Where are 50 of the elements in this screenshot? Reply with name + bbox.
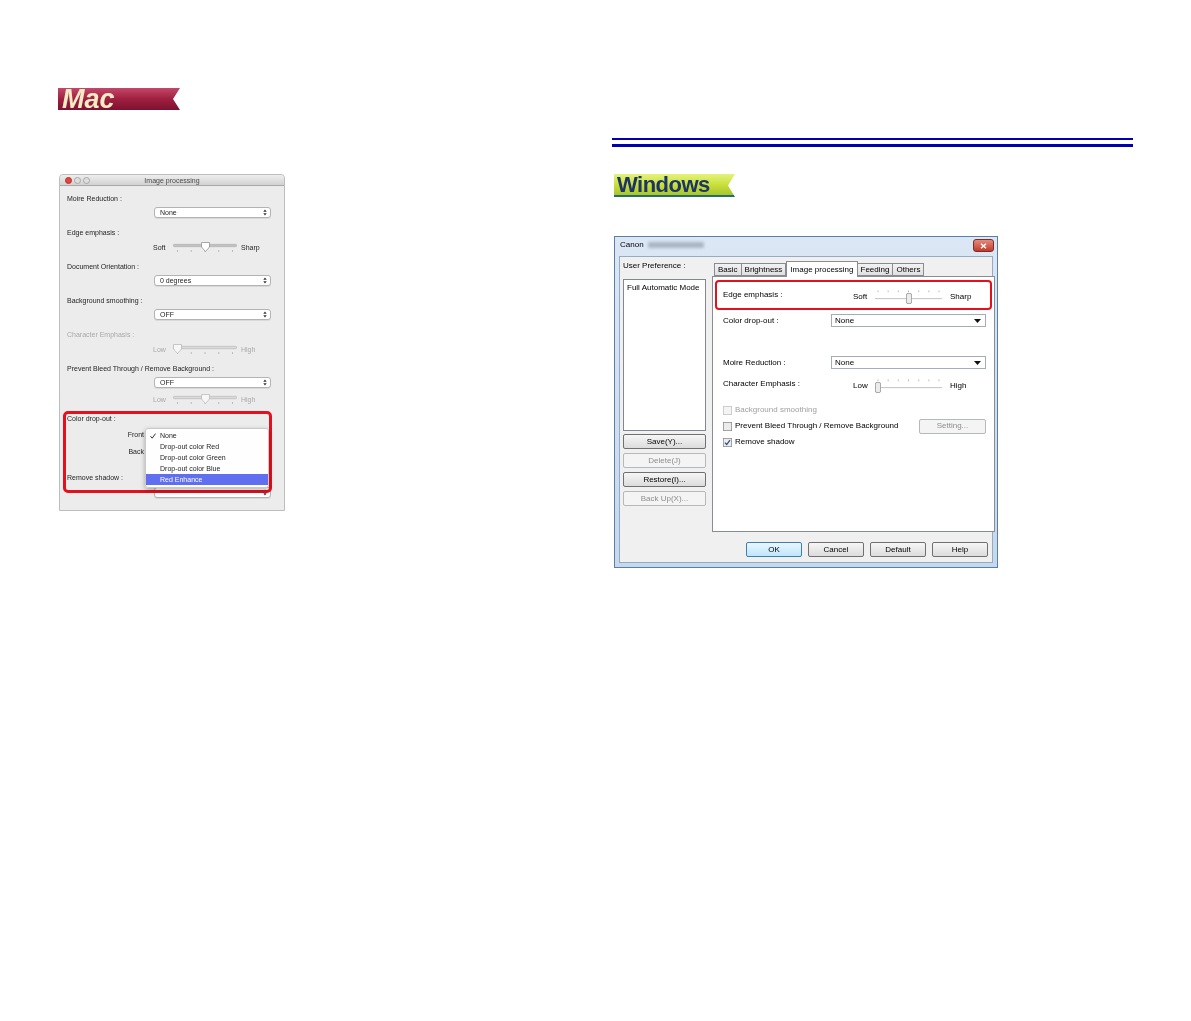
push-button[interactable]: Default: [870, 542, 926, 557]
checkbox-label: Background smoothing: [735, 406, 818, 414]
window-title: Canon: [620, 241, 644, 249]
push-button[interactable]: OK: [746, 542, 802, 557]
slider-thumb[interactable]: [200, 241, 210, 252]
caret-down-icon: [974, 360, 981, 365]
slider-min-label: Low: [853, 382, 869, 390]
checkbox-label: Prevent Bleed Through / Remove Background: [735, 422, 900, 430]
push-button[interactable]: Cancel: [808, 542, 864, 557]
dropdown-field[interactable]: None: [831, 314, 986, 327]
checkbox-label: Remove shadow: [735, 438, 796, 446]
setting-label: Moire Reduction :: [723, 358, 787, 367]
updown-arrows-icon: [263, 277, 267, 284]
slider-thumb[interactable]: [875, 382, 881, 393]
close-icon[interactable]: [65, 176, 72, 184]
push-button[interactable]: Save(Y)...: [623, 434, 706, 449]
zoom-icon[interactable]: [83, 176, 90, 184]
list-box[interactable]: Full Automatic Mode: [623, 279, 706, 431]
push-button[interactable]: Help: [932, 542, 988, 557]
push-button[interactable]: Restore(I)...: [623, 472, 706, 487]
checkbox[interactable]: [723, 421, 732, 431]
slider-track[interactable]: [173, 343, 237, 355]
slider-min-label: Soft: [853, 293, 869, 301]
caret-down-icon: [974, 318, 981, 323]
setting-label: Color drop-out :: [723, 316, 780, 325]
blurred-text-block: [647, 242, 704, 248]
slider-max-label: High: [950, 382, 967, 390]
updown-arrows-icon: [263, 311, 267, 318]
section-ribbon: Windows: [614, 174, 735, 197]
slider-thumb[interactable]: [905, 293, 912, 304]
slider-track[interactable]: [173, 241, 237, 253]
tab[interactable]: Basic: [714, 263, 742, 276]
setting-label: Edge emphasis :: [723, 290, 784, 300]
list-item[interactable]: Full Automatic Mode: [624, 282, 705, 293]
section-ribbon: Mac: [58, 88, 180, 110]
slider-track[interactable]: [173, 393, 237, 405]
setting-label: Character Emphasis :: [723, 379, 801, 389]
slider-track[interactable]: [875, 379, 942, 393]
slider-max-label: Sharp: [950, 293, 972, 301]
tab[interactable]: Brightness: [740, 263, 787, 276]
checkbox[interactable]: [723, 437, 732, 447]
dropdown-field[interactable]: None: [831, 356, 986, 369]
updown-arrows-icon: [263, 209, 267, 216]
slider-track[interactable]: [875, 290, 942, 304]
close-button[interactable]: [973, 239, 994, 252]
tab[interactable]: Image processing: [786, 261, 858, 277]
updown-arrows-icon: [263, 379, 267, 386]
tab[interactable]: Others: [892, 263, 925, 276]
close-icon: [980, 242, 987, 249]
list-caption: User Preference :: [623, 262, 686, 270]
